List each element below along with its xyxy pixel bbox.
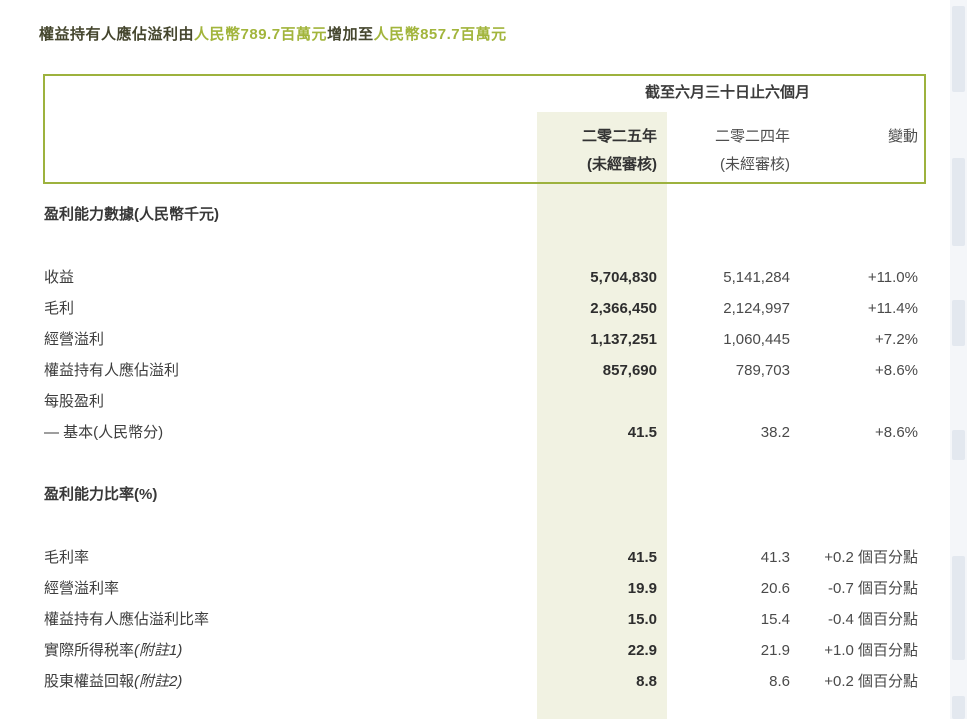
value-2025: 5,704,830 <box>590 269 657 286</box>
value-2024: 789,703 <box>735 362 790 379</box>
value-2025: 41.5 <box>627 549 657 566</box>
value-change: -0.4 個百分點 <box>827 611 918 628</box>
row-label: 收益 <box>44 269 75 286</box>
value-2025: 2,366,450 <box>590 300 657 317</box>
period-header: 截至六月三十日止六個月 <box>644 84 810 101</box>
next-page-text-block <box>952 158 965 246</box>
value-2025: 22.9 <box>627 642 657 659</box>
value-2024: 21.9 <box>760 642 790 659</box>
next-page-text-block <box>952 6 965 92</box>
table-row: 權益持有人應佔溢利 857,690 789,703 +8.6% <box>0 356 967 386</box>
row-label: 權益持有人應佔溢利 <box>44 362 180 379</box>
value-change: +8.6% <box>875 424 918 441</box>
value-2024: 15.4 <box>760 611 790 628</box>
column-header-change: 變動 <box>887 128 918 145</box>
value-2024: 8.6 <box>769 673 790 690</box>
table-row: 股東權益回報(附註2) 8.8 8.6 +0.2 個百分點 <box>0 667 967 697</box>
row-label: — 基本(人民幣分) <box>44 424 164 441</box>
value-2024: 20.6 <box>760 580 790 597</box>
column-header-2025: 二零二五年 <box>581 128 657 145</box>
row-label: 實際所得税率(附註1) <box>44 642 183 659</box>
row-label: 股東權益回報(附註2) <box>44 673 183 690</box>
value-2024: 5,141,284 <box>723 269 790 286</box>
value-change: +0.2 個百分點 <box>824 549 918 566</box>
title-segment: 增加至 <box>327 26 374 43</box>
report-page: 權益持有人應佔溢利由人民幣789.7百萬元增加至人民幣857.7百萬元 截至六月… <box>0 0 967 719</box>
title-amount-2024: 人民幣789.7百萬元 <box>194 26 328 43</box>
column-header-2024: 二零二四年 <box>714 128 790 145</box>
next-page-text-block <box>952 696 965 719</box>
row-label: 毛利 <box>44 300 75 317</box>
row-label: 權益持有人應佔溢利比率 <box>44 611 210 628</box>
section-heading: 盈利能力比率(%) <box>44 486 158 503</box>
column-subheader-2024: (未經審核) <box>720 156 790 173</box>
row-label-note: (附註1) <box>134 642 183 659</box>
value-2025: 857,690 <box>602 362 657 379</box>
value-2025: 8.8 <box>636 673 657 690</box>
value-change: +8.6% <box>875 362 918 379</box>
page-title: 權益持有人應佔溢利由人民幣789.7百萬元增加至人民幣857.7百萬元 <box>39 24 507 46</box>
column-subheader-2025: (未經審核) <box>587 156 657 173</box>
table-row: 毛利率 41.5 41.3 +0.2 個百分點 <box>0 543 967 573</box>
row-label: 經營溢利率 <box>44 580 120 597</box>
value-2025: 15.0 <box>627 611 657 628</box>
table-row: — 基本(人民幣分) 41.5 38.2 +8.6% <box>0 418 967 448</box>
table-row: 權益持有人應佔溢利比率 15.0 15.4 -0.4 個百分點 <box>0 605 967 635</box>
table-row: 經營溢利 1,137,251 1,060,445 +7.2% <box>0 325 967 355</box>
value-2024: 1,060,445 <box>723 331 790 348</box>
title-amount-2025: 人民幣857.7百萬元 <box>373 26 507 43</box>
row-label: 毛利率 <box>44 549 90 566</box>
value-change: +1.0 個百分點 <box>824 642 918 659</box>
value-2024: 2,124,997 <box>723 300 790 317</box>
value-2024: 41.3 <box>760 549 790 566</box>
table-row: 毛利 2,366,450 2,124,997 +11.4% <box>0 294 967 324</box>
table-row: 實際所得税率(附註1) 22.9 21.9 +1.0 個百分點 <box>0 636 967 666</box>
row-label: 每股盈利 <box>44 393 105 410</box>
table-row: 經營溢利率 19.9 20.6 -0.7 個百分點 <box>0 574 967 604</box>
value-2025: 19.9 <box>627 580 657 597</box>
section-heading: 盈利能力數據(人民幣千元) <box>44 206 219 223</box>
value-change: +7.2% <box>875 331 918 348</box>
value-change: +11.4% <box>867 300 918 317</box>
table-row: 收益 5,704,830 5,141,284 +11.0% <box>0 263 967 293</box>
row-label: 經營溢利 <box>44 331 105 348</box>
value-change: +0.2 個百分點 <box>824 673 918 690</box>
table-row: 每股盈利 <box>0 387 967 417</box>
row-label-note: (附註2) <box>134 673 183 690</box>
value-2025: 41.5 <box>627 424 657 441</box>
value-change: -0.7 個百分點 <box>827 580 918 597</box>
value-change: +11.0% <box>867 269 918 286</box>
value-2024: 38.2 <box>760 424 790 441</box>
value-2025: 1,137,251 <box>590 331 657 348</box>
title-segment: 權益持有人應佔溢利由 <box>39 26 195 43</box>
